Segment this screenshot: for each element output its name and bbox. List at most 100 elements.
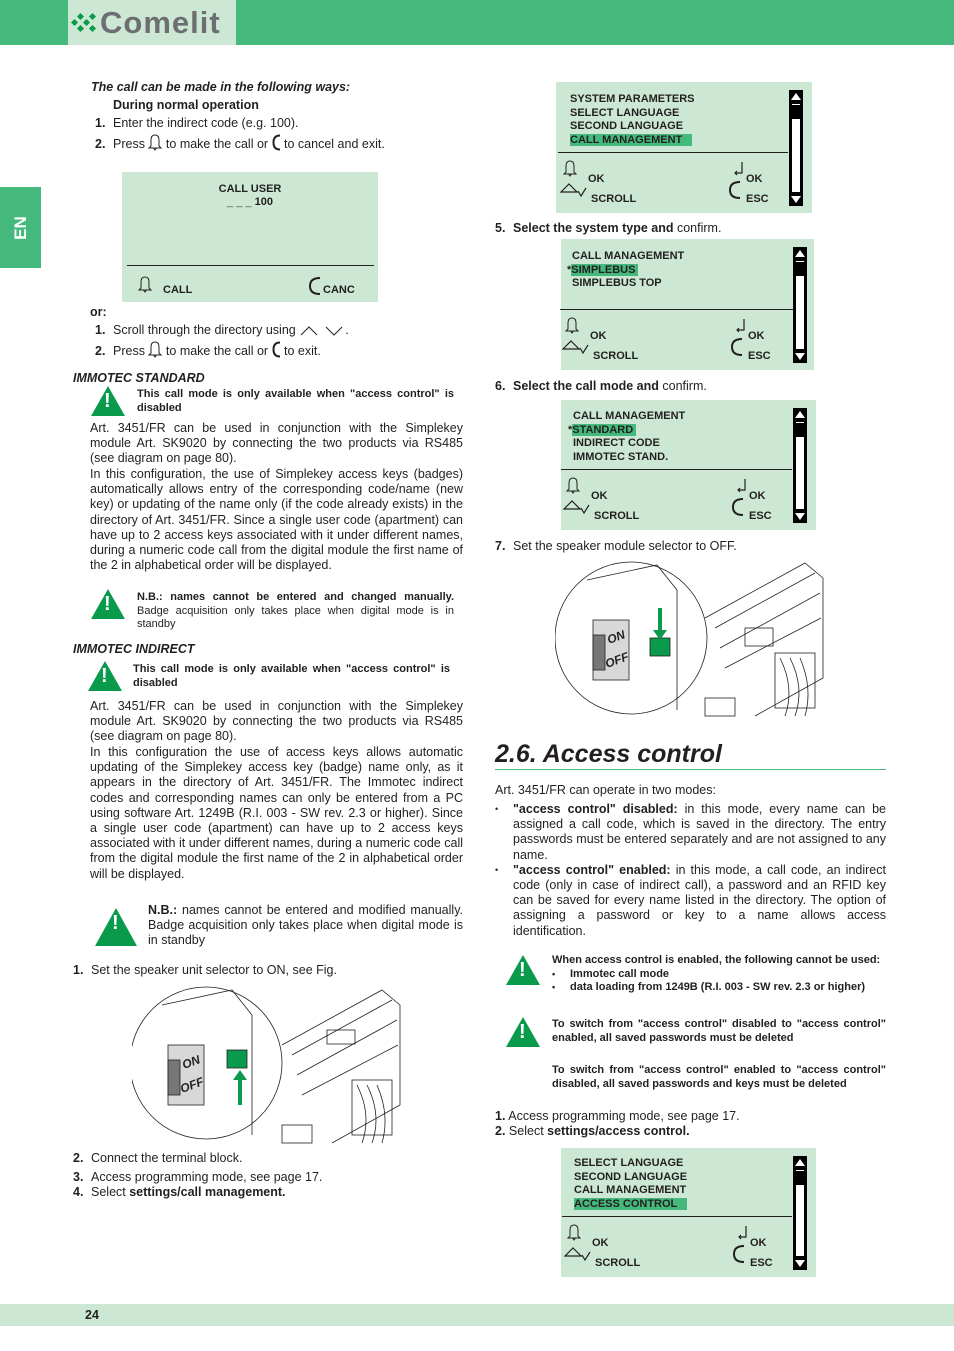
enter-icon [737,479,746,493]
esc-label: ESC [746,193,769,205]
step-r1: 1. Access programming mode, see page 17. [495,1109,740,1124]
ok-label: OK [588,173,605,185]
step-num: 1. [95,323,106,337]
menu-item[interactable]: INDIRECT CODE [573,437,660,451]
menu-item[interactable]: SECOND LANGUAGE [574,1171,687,1185]
step-6: 6. Select the call mode and confirm. [495,379,707,394]
speaker-selector-off-figure: ON OFF [555,561,824,717]
step-num: 2. [495,1124,506,1138]
mode-name: "access control" disabled: [513,802,678,816]
call-mode-screen: CALL MANAGEMENT *STANDARD INDIRECT CODE IMM… [561,400,816,530]
scroll-down-arrow-icon[interactable] [795,513,805,520]
menu-item[interactable]: SECOND LANGUAGE [570,120,683,134]
language-label: EN [10,215,30,240]
logo-text: Comelit [100,4,221,40]
menu-item-label: SELECT LANGUAGE [574,1157,684,1169]
bell-icon [565,477,581,499]
scrollbar[interactable] [793,408,807,523]
screen-divider [127,265,374,266]
menu-item[interactable]: SIMPLEBUS TOP [572,277,662,291]
menu-item[interactable]: SELECT LANGUAGE [574,1157,683,1171]
cancel-c-icon [308,276,322,301]
scrollbar[interactable] [789,90,803,206]
warning-icon [506,955,540,985]
step-a1: 1. Enter the indirect code (e.g. 100). [95,116,299,131]
scroll-up-arrow-icon[interactable] [795,1159,805,1166]
esc-label: ESC [750,1257,773,1269]
scroll-down-arrow-icon[interactable] [791,196,801,203]
menu-item[interactable]: *SIMPLEBUS [567,263,639,278]
esc-label: ESC [749,510,772,522]
menu-item[interactable]: SELECT LANGUAGE [570,107,679,121]
step-text: Select [91,1185,126,1199]
warning-text: To switch from "access control" enabled … [552,1064,886,1090]
menu-item-label: STANDARD [572,423,637,436]
step-num: 2. [95,136,106,151]
scrollbar-thumb[interactable] [796,262,804,276]
bell-icon [137,276,153,298]
scrollbar[interactable] [793,1156,807,1270]
step-num: 3. [73,1170,84,1184]
step-num: 7. [495,539,506,553]
mode-name: "access control" enabled: [513,862,671,877]
scroll-up-arrow-icon[interactable] [795,411,805,418]
menu-item[interactable]: SYSTEM PARAMETERS [570,93,694,107]
menu-item[interactable]: CALL MANAGEMENT [574,1184,686,1198]
scroll-down-arrow-icon[interactable] [795,353,805,360]
menu-item-label: SYSTEM PARAMETERS [570,93,695,105]
step-d3: 3. Access programming mode, see page 17. [73,1170,322,1185]
bell-icon [566,1224,582,1246]
scroll-down-arrow-icon[interactable] [795,1260,805,1267]
step-text: Scroll through the directory using [113,323,296,337]
menu-item-label: INDIRECT CODE [573,437,660,449]
warning-icon [506,1017,540,1047]
ok-label: OK [591,490,608,502]
scrollbar-thumb[interactable] [792,105,800,119]
step-text: Access programming mode, see page 17. [508,1109,740,1123]
paragraph: Art. 3451/FR can be used in conjunction … [90,699,463,744]
language-tab: EN [0,187,41,268]
scroll-arrows-icon [564,1247,591,1262]
step-text: Press [113,136,145,151]
step-b1: 1. Scroll through the directory using . [95,323,349,337]
scroll-arrows-icon [560,183,587,198]
speaker-selector-on-figure: ON OFF [132,986,401,1144]
warning-text: This call mode is only available when "a… [133,663,450,689]
warning-item: data loading from 1249B (R.I. 003 - SW r… [552,981,888,995]
step-text: to exit. [284,343,321,358]
scrollbar-thumb[interactable] [796,423,804,437]
scroll-up-arrow-icon[interactable] [795,250,805,257]
menu-item-label: SIMPLEBUS TOP [572,277,662,289]
menu-item[interactable]: CALL MANAGEMENT [573,410,685,424]
step-num: 4. [73,1185,84,1199]
screen-divider [561,469,792,470]
menu-item-label: CALL MANAGEMENT [574,1184,687,1196]
code-value: 100 [254,196,273,208]
scrollbar[interactable] [793,247,807,363]
menu-item[interactable]: ACCESS CONTROL [574,1197,688,1212]
step-text: Access programming mode, see page 17. [91,1170,323,1184]
comelit-logo: Comelit [68,0,236,45]
step-text: to make the call or [165,136,269,151]
menu-item[interactable]: *STANDARD [568,423,637,438]
step-bold: settings/call management. [129,1185,286,1199]
scrollbar-thumb[interactable] [796,1171,804,1185]
code-placeholder: _ _ _ [227,196,252,208]
step-5: 5. Select the system type and confirm. [495,221,721,236]
menu-item[interactable]: CALL MANAGEMENT [570,133,693,148]
scroll-up-arrow-icon[interactable] [791,93,801,100]
step-bold: Select the call mode and [513,379,659,393]
menu-item-label: CALL MANAGEMENT [572,250,685,262]
warning-icon [88,661,122,691]
cancel-c-icon [732,1244,746,1269]
menu-item-label: SELECT LANGUAGE [570,106,680,119]
scroll-arrows-icon [562,340,589,355]
menu-item[interactable]: IMMOTEC STAND. [573,451,668,465]
immotec-indirect-heading: IMMOTEC INDIRECT [73,642,195,656]
call-user-screen: CALL USER _ _ _ 100 CALL CANC [122,172,378,302]
esc-label: ESC [748,350,771,362]
menu-item[interactable]: CALL MANAGEMENT [572,250,684,264]
step-b2: 2. Press to make the call or to exit. [95,341,321,362]
step-num: 5. [495,221,506,235]
cancel-c-icon [272,134,281,155]
